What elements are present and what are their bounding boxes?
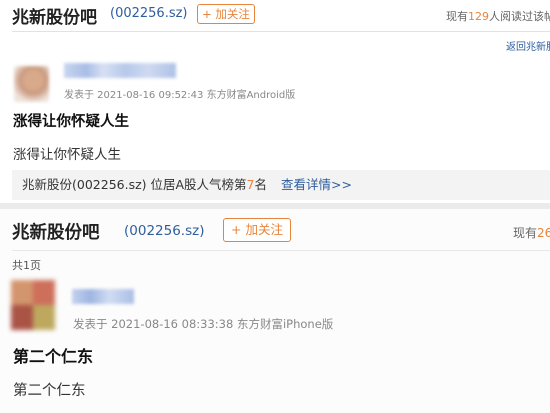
- header-divider: [12, 250, 550, 251]
- follow-button[interactable]: + 加关注: [223, 218, 291, 242]
- post-title[interactable]: 第二个仁东: [13, 343, 93, 367]
- readers-prefix: 现有: [446, 10, 468, 23]
- post-meta: 发表于 2021-08-16 09:52:43 东方财富Android版: [64, 90, 296, 101]
- stock-bar-name[interactable]: 兆新股份吧: [12, 219, 100, 244]
- readers-prefix: 现有: [513, 226, 538, 240]
- follow-button[interactable]: + 加关注: [197, 4, 255, 24]
- popularity-rank-bar: 兆新股份(002256.sz) 位居A股人气榜第7名 查看详情>>: [12, 170, 550, 200]
- post-body: 第二个仁东: [13, 383, 86, 399]
- page-count: 共1页: [12, 259, 41, 272]
- header-divider: [12, 31, 550, 32]
- readers-count: 26: [537, 226, 550, 240]
- readers-count: 129: [468, 10, 489, 23]
- username-blurred[interactable]: [72, 289, 134, 304]
- stock-bar-name[interactable]: 兆新股份吧: [12, 3, 97, 28]
- post-meta: 发表于 2021-08-16 08:33:38 东方财富iPhone版: [73, 317, 334, 331]
- post-card-1: 兆新股份吧 (002256.sz) + 加关注 现有129人阅读过该帖, 返回兆…: [0, 0, 550, 203]
- post-title[interactable]: 涨得让你怀疑人生: [13, 110, 129, 131]
- back-to-bar-link[interactable]: 返回兆新股: [506, 38, 550, 53]
- avatar[interactable]: [11, 280, 55, 330]
- stock-code[interactable]: (002256.sz): [124, 223, 204, 239]
- rank-number: 7: [246, 177, 255, 192]
- reader-count-text: 现有26: [513, 224, 550, 241]
- rank-prefix: 兆新股份(002256.sz) 位居A股人气榜第: [22, 177, 247, 192]
- reader-count-text: 现有129人阅读过该帖,: [446, 8, 550, 24]
- avatar[interactable]: [14, 66, 49, 102]
- readers-suffix: 人阅读过该帖,: [489, 10, 550, 23]
- post-body: 涨得让你怀疑人生: [13, 147, 121, 163]
- username-blurred[interactable]: [64, 63, 176, 78]
- view-details-link[interactable]: 查看详情>>: [281, 177, 352, 192]
- stock-code[interactable]: (002256.sz): [110, 6, 188, 21]
- rank-suffix: 名: [254, 177, 268, 192]
- post-card-2: 兆新股份吧 (002256.sz) + 加关注 现有26 共1页 发表于 202…: [0, 209, 550, 413]
